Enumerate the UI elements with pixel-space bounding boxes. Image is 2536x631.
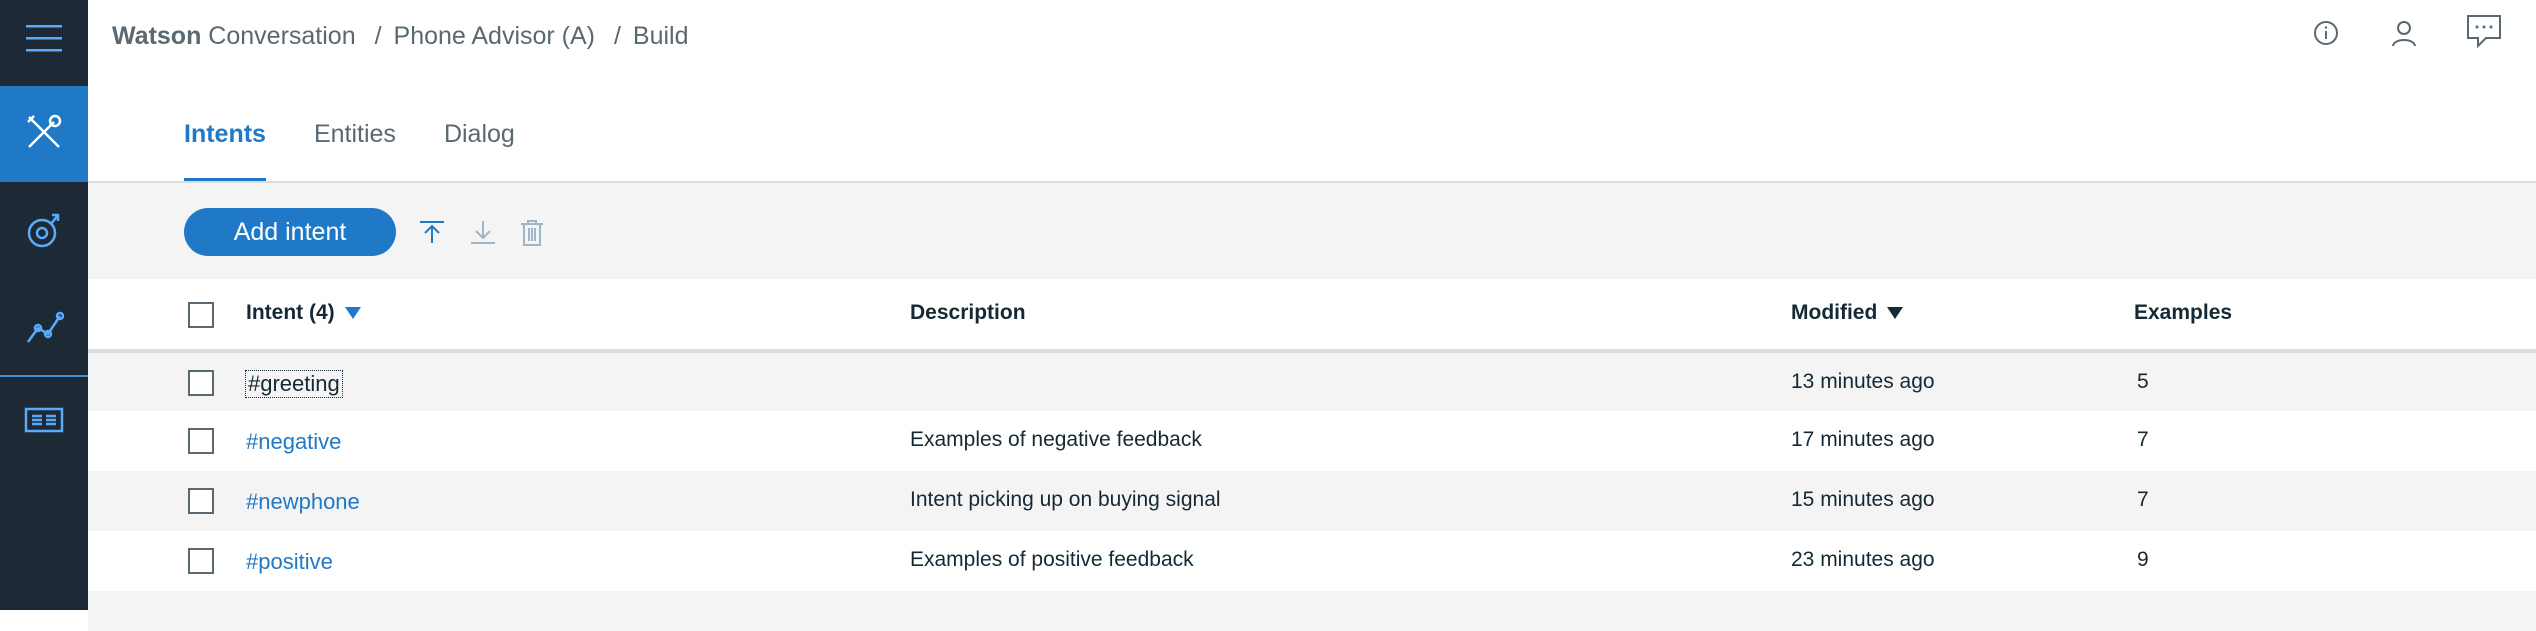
intent-modified: 15 minutes ago: [1791, 488, 1935, 511]
row-checkbox[interactable]: [188, 370, 214, 396]
sort-down-icon: [344, 301, 361, 325]
nav-improve[interactable]: [0, 192, 88, 272]
deploy-icon: [24, 405, 64, 440]
brand-name: Watson: [112, 22, 202, 50]
intent-description: Examples of negative feedback: [910, 428, 1202, 451]
app-name[interactable]: Conversation: [208, 22, 355, 50]
tab-bar: Intents Entities Dialog: [184, 120, 515, 182]
row-checkbox[interactable]: [188, 428, 214, 454]
nav-deploy[interactable]: [0, 382, 88, 462]
intent-examples-count: 7: [2137, 428, 2149, 451]
intent-examples-count: 5: [2137, 370, 2149, 393]
intent-name-link[interactable]: #greeting: [245, 370, 343, 398]
add-intent-button[interactable]: Add intent: [184, 208, 396, 256]
breadcrumb-workspace[interactable]: Phone Advisor (A): [394, 22, 596, 50]
improve-icon: [24, 210, 64, 255]
info-icon[interactable]: [2313, 20, 2339, 51]
column-header-intent[interactable]: Intent (4): [246, 301, 361, 325]
breadcrumb-separator: /: [374, 22, 382, 50]
breadcrumb: Watson Conversation / Phone Advisor (A) /…: [112, 22, 689, 51]
trash-icon[interactable]: [519, 219, 545, 252]
column-header-examples: Examples: [2134, 301, 2232, 325]
intent-modified: 13 minutes ago: [1791, 370, 1935, 393]
column-header-intent-label: Intent (4): [246, 301, 335, 324]
sort-down-icon: [1887, 301, 1904, 325]
left-nav-rail: [0, 0, 88, 610]
nav-analytics[interactable]: [0, 290, 88, 370]
chat-icon[interactable]: [2464, 12, 2504, 55]
intent-name-link[interactable]: #negative: [246, 429, 341, 455]
nav-build[interactable]: [0, 86, 88, 182]
table-row[interactable]: #positive Examples of positive feedback …: [88, 531, 2536, 591]
intent-description: Examples of positive feedback: [910, 548, 1194, 571]
breadcrumb-separator: /: [613, 22, 621, 50]
column-header-description-label: Description: [910, 301, 1026, 324]
build-icon: [24, 112, 64, 157]
intent-examples-count: 9: [2137, 548, 2149, 571]
table-header: Intent (4) Description Modified Examples: [88, 279, 2536, 353]
column-header-modified-label: Modified: [1791, 301, 1878, 324]
toolbar: Add intent: [88, 183, 2536, 279]
column-header-examples-label: Examples: [2134, 301, 2233, 324]
user-icon[interactable]: [2390, 19, 2418, 52]
intent-description: Intent picking up on buying signal: [910, 488, 1221, 511]
tab-intents[interactable]: Intents: [184, 120, 266, 182]
analytics-icon: [24, 308, 65, 353]
table-row[interactable]: #newphone Intent picking up on buying si…: [88, 471, 2536, 531]
table-row-empty: [88, 591, 2536, 631]
intent-name-link[interactable]: #newphone: [246, 489, 360, 515]
intent-modified: 23 minutes ago: [1791, 548, 1935, 571]
table-row[interactable]: #greeting 13 minutes ago 5: [88, 353, 2536, 411]
tab-entities[interactable]: Entities: [314, 120, 396, 182]
intent-examples-count: 7: [2137, 488, 2149, 511]
upload-icon[interactable]: [418, 219, 446, 250]
column-header-modified[interactable]: Modified: [1791, 301, 1904, 325]
menu-icon: [24, 22, 64, 59]
intent-name-link[interactable]: #positive: [246, 549, 333, 575]
column-header-description: Description: [910, 301, 1026, 325]
select-all-checkbox[interactable]: [188, 302, 214, 328]
row-checkbox[interactable]: [188, 548, 214, 574]
breadcrumb-page: Build: [632, 22, 689, 50]
row-checkbox[interactable]: [188, 488, 214, 514]
table-row[interactable]: #negative Examples of negative feedback …: [88, 411, 2536, 471]
download-icon[interactable]: [469, 219, 497, 250]
tab-dialog[interactable]: Dialog: [444, 120, 515, 182]
intent-modified: 17 minutes ago: [1791, 428, 1935, 451]
rail-divider: [0, 375, 88, 377]
menu-button[interactable]: [0, 0, 88, 80]
intents-table: Intent (4) Description Modified Examples…: [88, 279, 2536, 631]
